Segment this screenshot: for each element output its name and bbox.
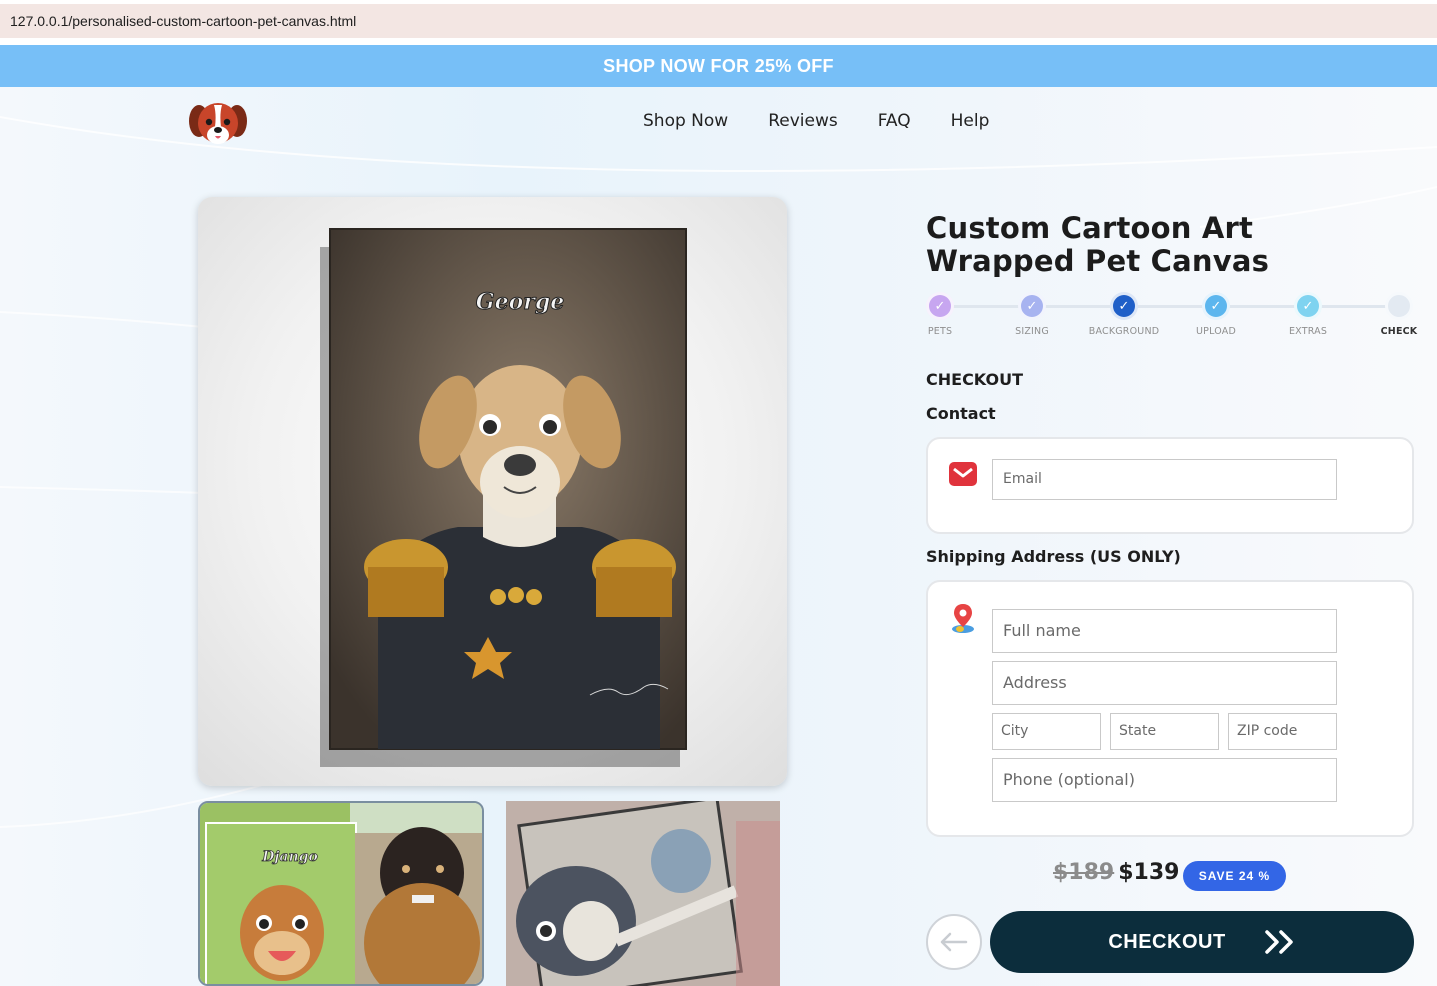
current-step-icon bbox=[1385, 292, 1413, 320]
state-field[interactable]: State bbox=[1110, 713, 1219, 750]
checkout-stepper: ✓ PETS ✓ SIZING ✓ BACKGROUND ✓ UPLOAD ✓ … bbox=[926, 292, 1417, 342]
shipping-heading: Shipping Address (US ONLY) bbox=[926, 547, 1181, 566]
step-extras[interactable]: ✓ EXTRAS bbox=[1263, 292, 1353, 337]
check-icon: ✓ bbox=[926, 292, 954, 320]
check-icon: ✓ bbox=[1294, 292, 1322, 320]
address-placeholder: Address bbox=[1003, 673, 1067, 692]
new-price: $139 bbox=[1118, 860, 1180, 885]
step-label: SIZING bbox=[1015, 326, 1049, 337]
check-icon: ✓ bbox=[1202, 292, 1230, 320]
thumbnail-name-text: Django bbox=[261, 849, 318, 865]
page-body: Shop Now Reviews FAQ Help George Django … bbox=[0, 87, 1437, 986]
checkout-button[interactable]: CHECKOUT bbox=[990, 911, 1414, 973]
email-placeholder: Email bbox=[1003, 471, 1042, 487]
thumbnail-1-image: Django bbox=[200, 803, 482, 984]
old-price: $189 bbox=[1053, 860, 1115, 885]
canvas-name-text: George bbox=[476, 289, 564, 315]
thumbnail-2-image bbox=[506, 801, 780, 986]
thumbnail-1[interactable]: Django bbox=[198, 801, 484, 986]
thumbnail-2[interactable] bbox=[506, 801, 780, 986]
fullname-field[interactable]: Full name bbox=[992, 609, 1337, 653]
email-field[interactable]: Email bbox=[992, 459, 1337, 500]
step-pets[interactable]: ✓ PETS bbox=[895, 292, 985, 337]
phone-field[interactable]: Phone (optional) bbox=[992, 758, 1337, 802]
email-icon bbox=[948, 459, 980, 491]
checkout-heading: CHECKOUT bbox=[926, 370, 1023, 389]
nav-shop-now[interactable]: Shop Now bbox=[643, 111, 728, 131]
save-badge: SAVE 24 % bbox=[1183, 861, 1286, 891]
city-field[interactable]: City bbox=[992, 713, 1101, 750]
nav-faq[interactable]: FAQ bbox=[878, 111, 911, 131]
location-pin-icon bbox=[948, 602, 980, 634]
address-field[interactable]: Address bbox=[992, 661, 1337, 705]
nav-help[interactable]: Help bbox=[951, 111, 990, 131]
zip-field[interactable]: ZIP code bbox=[1228, 713, 1337, 750]
site-logo[interactable] bbox=[188, 97, 248, 147]
main-nav: Shop Now Reviews FAQ Help bbox=[643, 111, 1029, 131]
checkout-button-label: CHECKOUT bbox=[1108, 930, 1226, 953]
price-display: $189 $139 bbox=[1053, 860, 1179, 885]
product-title: Custom Cartoon Art Wrapped Pet Canvas bbox=[926, 211, 1270, 278]
state-placeholder: State bbox=[1119, 723, 1157, 739]
url-field[interactable]: 127.0.0.1/personalised-custom-cartoon-pe… bbox=[0, 4, 1437, 38]
contact-card: Email bbox=[926, 437, 1414, 534]
step-label: EXTRAS bbox=[1288, 326, 1328, 337]
zip-placeholder: ZIP code bbox=[1237, 723, 1298, 739]
browser-address-bar: 127.0.0.1/personalised-custom-cartoon-pe… bbox=[0, 0, 1437, 44]
step-sizing[interactable]: ✓ SIZING bbox=[987, 292, 1077, 337]
step-label: PETS bbox=[927, 326, 953, 337]
step-check[interactable]: CHECK bbox=[1354, 292, 1437, 337]
back-button[interactable] bbox=[926, 914, 982, 970]
double-chevron-right-icon bbox=[1264, 930, 1293, 954]
check-icon: ✓ bbox=[1018, 292, 1046, 320]
phone-placeholder: Phone (optional) bbox=[1003, 770, 1135, 789]
contact-heading: Contact bbox=[926, 404, 996, 423]
step-background[interactable]: ✓ BACKGROUND bbox=[1079, 292, 1169, 337]
promo-banner[interactable]: SHOP NOW FOR 25% OFF bbox=[0, 45, 1437, 87]
dog-logo-icon bbox=[189, 103, 247, 144]
step-label: CHECK bbox=[1380, 326, 1418, 337]
product-main-image[interactable]: George bbox=[198, 197, 787, 786]
check-icon: ✓ bbox=[1110, 292, 1138, 320]
step-label: BACKGROUND bbox=[1088, 326, 1160, 337]
fullname-placeholder: Full name bbox=[1003, 621, 1081, 640]
city-placeholder: City bbox=[1001, 723, 1029, 739]
step-label: UPLOAD bbox=[1196, 326, 1236, 337]
shipping-card: Full name Address City State ZIP code Ph… bbox=[926, 580, 1414, 837]
canvas-artwork-image: George bbox=[320, 228, 687, 767]
arrow-left-icon bbox=[940, 932, 968, 952]
nav-reviews[interactable]: Reviews bbox=[768, 111, 838, 131]
step-upload[interactable]: ✓ UPLOAD bbox=[1171, 292, 1261, 337]
